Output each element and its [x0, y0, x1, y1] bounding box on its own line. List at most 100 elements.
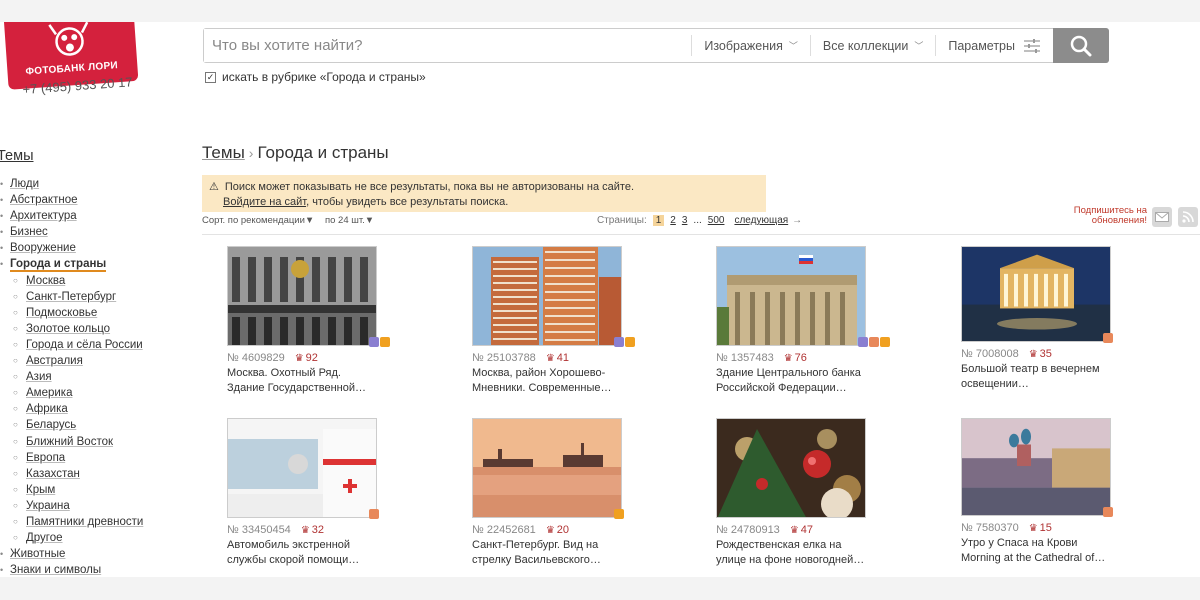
- photo-caption[interactable]: Здание Центрального банка Российской Феде…: [716, 366, 866, 395]
- sidebar-item[interactable]: Африка: [0, 401, 143, 417]
- sidebar-item-label[interactable]: Крым: [26, 484, 55, 496]
- sidebar-item[interactable]: Города и страны: [0, 256, 143, 273]
- sidebar-item[interactable]: Другое: [0, 530, 143, 546]
- photo-card[interactable]: № 4609829 ♛ 92 Москва. Охотный Ряд. Здание Г…: [227, 246, 390, 395]
- params-dropdown[interactable]: Параметры: [935, 35, 1053, 56]
- photo-thumbnail[interactable]: [716, 246, 866, 346]
- photo-caption[interactable]: Утро у Спаса на Крови Morning at the Cath…: [961, 536, 1111, 565]
- crown-icon: ♛: [545, 352, 555, 364]
- photo-caption[interactable]: Автомобиль экстренной службы скорой помощ…: [227, 538, 377, 567]
- license-badge-icon: [380, 337, 390, 347]
- sidebar-item[interactable]: Архитектура: [0, 208, 143, 224]
- sidebar-item[interactable]: Европа: [0, 450, 143, 466]
- rss-icon[interactable]: [1178, 207, 1198, 227]
- sidebar-item[interactable]: Австралия: [0, 353, 143, 369]
- sidebar-item-label[interactable]: Москва: [26, 275, 65, 287]
- photo-thumbnail[interactable]: [227, 418, 377, 518]
- search-button[interactable]: [1053, 28, 1109, 63]
- sidebar-item[interactable]: Города и сёла России: [0, 337, 143, 353]
- media-type-dropdown[interactable]: Изображения ﹀: [691, 35, 810, 56]
- sidebar-item[interactable]: Америка: [0, 385, 143, 401]
- breadcrumb-root[interactable]: Темы: [202, 143, 245, 162]
- sidebar-item-label[interactable]: Золотое кольцо: [26, 323, 110, 335]
- photo-caption[interactable]: Большой театр в вечернем освещении…: [961, 362, 1111, 391]
- photo-card[interactable]: № 25103788 ♛ 41 Москва, район Хорошево- Мнев…: [472, 246, 635, 395]
- sidebar-item[interactable]: Люди: [0, 176, 143, 192]
- sidebar-item[interactable]: Беларусь: [0, 417, 143, 433]
- sidebar-item-label[interactable]: Подмосковье: [26, 307, 97, 319]
- sidebar-item[interactable]: Знаки и символы: [0, 562, 143, 577]
- subscribe-link[interactable]: Подпишитесь на обновления!: [1058, 206, 1147, 226]
- photo-caption[interactable]: Рождественская елка на улице на фоне ново…: [716, 538, 866, 567]
- photo-card[interactable]: № 1357483 ♛ 76 Здание Центрального банка Рос…: [716, 246, 890, 395]
- sidebar-item-label[interactable]: Вооружение: [10, 242, 76, 254]
- photo-card[interactable]: № 22452681 ♛ 20 Санкт-Петербург. Вид на стре…: [472, 418, 624, 567]
- per-page-dropdown[interactable]: по 24 шт.▼: [325, 215, 374, 226]
- sidebar-item[interactable]: Украина: [0, 498, 143, 514]
- sidebar-item-label[interactable]: Архитектура: [10, 210, 77, 222]
- sidebar-item-label[interactable]: Санкт-Петербург: [26, 291, 116, 303]
- sidebar-item-label[interactable]: Города и сёла России: [26, 339, 143, 351]
- sidebar-item[interactable]: Памятники древности: [0, 514, 143, 530]
- scope-checkbox-row[interactable]: ✓ искать в рубрике «Города и страны»: [205, 70, 426, 84]
- photo-likes: 20: [556, 524, 570, 536]
- photo-thumbnail[interactable]: [472, 418, 622, 518]
- sidebar-item[interactable]: Вооружение: [0, 240, 143, 256]
- sidebar-item-label[interactable]: Европа: [26, 452, 65, 464]
- sidebar-item-label[interactable]: Бизнес: [10, 226, 48, 238]
- sidebar-item-label[interactable]: Абстрактное: [10, 194, 78, 206]
- sidebar-item[interactable]: Золотое кольцо: [0, 321, 143, 337]
- photo-card[interactable]: № 24780913 ♛ 47 Рождественская елка на улице…: [716, 418, 866, 567]
- sidebar-item-label[interactable]: Украина: [26, 500, 70, 512]
- photo-card[interactable]: № 7008008 ♛ 35 Большой театр в вечернем осве…: [961, 246, 1113, 391]
- sidebar-item[interactable]: Азия: [0, 369, 143, 385]
- sidebar-item[interactable]: Животные: [0, 546, 143, 562]
- sidebar-item-label[interactable]: Ближний Восток: [26, 436, 113, 448]
- photo-number: № 33450454: [227, 524, 291, 536]
- sidebar-item-label[interactable]: Города и страны: [10, 258, 107, 273]
- sidebar-item-label[interactable]: Другое: [26, 532, 63, 544]
- sidebar-item-label[interactable]: Животные: [10, 548, 65, 560]
- sidebar-item-label[interactable]: Австралия: [26, 355, 83, 367]
- sidebar-item-label[interactable]: Люди: [10, 178, 39, 190]
- email-subscribe-icon[interactable]: [1152, 207, 1172, 227]
- sidebar-item-label[interactable]: Азия: [26, 371, 52, 383]
- page-link-current[interactable]: 1: [652, 215, 665, 226]
- caption-line-2: улице на фоне новогодней…: [716, 553, 865, 566]
- sidebar-item[interactable]: Санкт-Петербург: [0, 289, 143, 305]
- collection-dropdown[interactable]: Все коллекции ﹀: [809, 35, 935, 56]
- photo-caption[interactable]: Санкт-Петербург. Вид на стрелку Васильевс…: [472, 538, 622, 567]
- photo-thumbnail[interactable]: [472, 246, 622, 346]
- login-link[interactable]: Войдите на сайт: [223, 196, 306, 208]
- sidebar-item-label[interactable]: Казахстан: [26, 468, 80, 480]
- page-link[interactable]: 3: [682, 215, 688, 226]
- next-page-link[interactable]: следующая: [734, 215, 788, 226]
- photo-card[interactable]: № 33450454 ♛ 32 Автомобиль экстренной службы…: [227, 418, 379, 567]
- sidebar-title[interactable]: Темы: [0, 148, 34, 164]
- sidebar-item[interactable]: Казахстан: [0, 466, 143, 482]
- photo-thumbnail[interactable]: [227, 246, 377, 346]
- sidebar-item-label[interactable]: Знаки и символы: [10, 564, 101, 576]
- photo-thumbnail[interactable]: [961, 418, 1111, 516]
- photo-card[interactable]: № 7580370 ♛ 15 Утро у Спаса на Крови Morning…: [961, 418, 1113, 565]
- page-link-last[interactable]: 500: [708, 215, 725, 226]
- sidebar-item-label[interactable]: Африка: [26, 403, 68, 415]
- scope-checkbox[interactable]: ✓: [205, 71, 216, 83]
- photo-thumbnail[interactable]: [961, 246, 1111, 342]
- sidebar-item-label[interactable]: Памятники древности: [26, 516, 143, 528]
- page-link[interactable]: 2: [670, 215, 676, 226]
- sidebar-item[interactable]: Бизнес: [0, 224, 143, 240]
- sidebar-item-label[interactable]: Америка: [26, 387, 72, 399]
- sidebar-item[interactable]: Абстрактное: [0, 192, 143, 208]
- sidebar-item-label[interactable]: Беларусь: [26, 419, 76, 431]
- photo-thumbnail[interactable]: [716, 418, 866, 518]
- sort-dropdown[interactable]: Сорт. по рекомендации▼: [202, 215, 314, 226]
- sidebar-item[interactable]: Крым: [0, 482, 143, 498]
- search-input[interactable]: [204, 29, 692, 62]
- photo-caption[interactable]: Москва, район Хорошево- Мневники. Совреме…: [472, 366, 622, 395]
- photo-caption[interactable]: Москва. Охотный Ряд. Здание Государственн…: [227, 366, 377, 395]
- lori-mascot-icon: [48, 22, 89, 56]
- sidebar-item[interactable]: Ближний Восток: [0, 434, 143, 450]
- sidebar-item[interactable]: Москва: [0, 273, 143, 289]
- sidebar-item[interactable]: Подмосковье: [0, 305, 143, 321]
